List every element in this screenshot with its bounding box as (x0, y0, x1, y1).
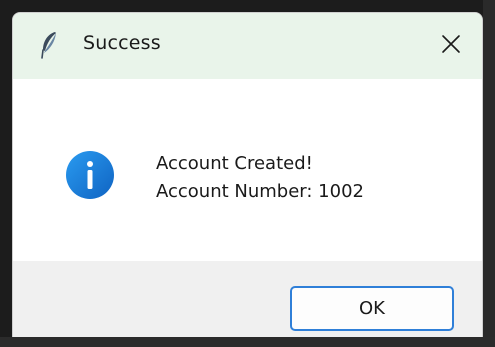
taskbar-edge (0, 337, 495, 347)
dialog-title: Success (83, 32, 161, 54)
message-line-1: Account Created! (156, 153, 313, 174)
ok-button[interactable]: OK (290, 286, 454, 331)
dialog-message: Account Created! Account Number: 1002 (156, 150, 364, 206)
background-window-left (0, 0, 12, 347)
dialog-content: Account Created! Account Number: 1002 (13, 79, 482, 261)
message-line-2: Account Number: 1002 (156, 181, 364, 202)
close-button[interactable] (420, 13, 482, 79)
background-window-right (483, 0, 495, 347)
close-icon (441, 34, 461, 58)
title-bar[interactable]: Success (13, 13, 482, 79)
dialog-footer: OK (13, 261, 482, 346)
info-icon (65, 150, 115, 200)
feather-icon (39, 31, 59, 59)
message-dialog: Success Account Created! Account Number:… (12, 12, 483, 347)
